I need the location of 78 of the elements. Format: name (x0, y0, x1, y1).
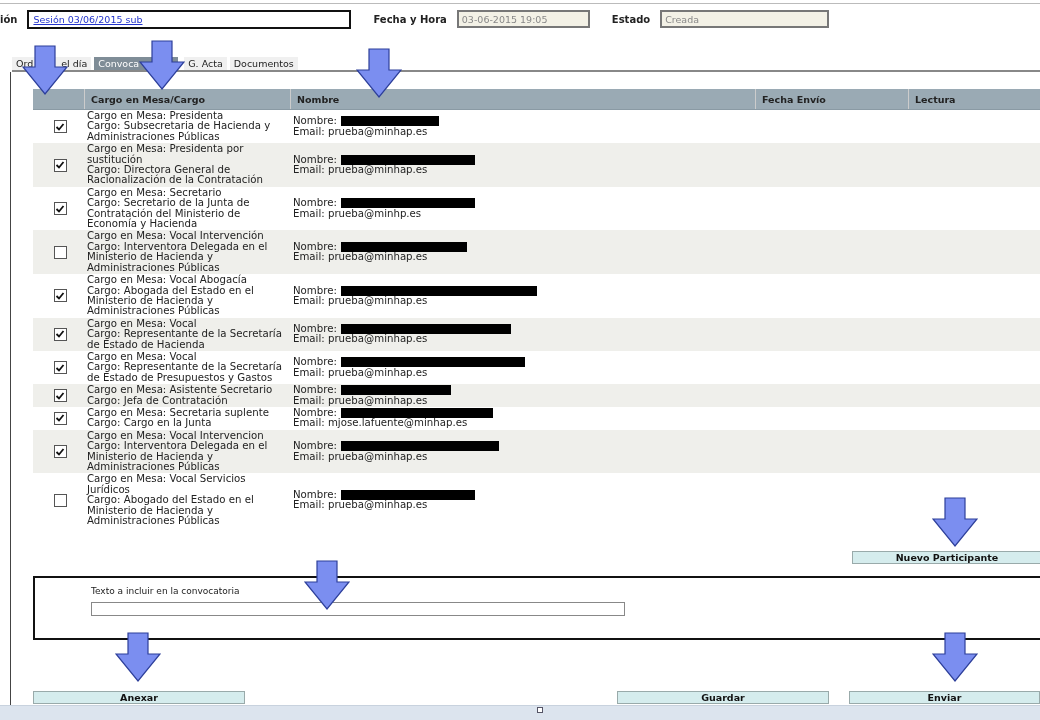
session-field[interactable]: Sesión 03/06/2015 sub (27, 9, 352, 29)
role-text: Cargo en Mesa: Secretario (87, 187, 222, 199)
name-label: Nombre: (293, 116, 337, 127)
email-text: Email: prueba@minhap.es (293, 367, 429, 378)
position-text: Cargo: Jefa de Contratación (87, 395, 229, 406)
field-label: Fecha y Hora (373, 13, 447, 25)
tab[interactable]: G. Acta (184, 57, 227, 70)
role-text: Cargo en Mesa: Vocal (87, 351, 197, 363)
name-label: Nombre: (293, 323, 337, 334)
session-link[interactable]: Sesión 03/06/2015 sub (33, 13, 143, 25)
down-arrow-icon (304, 560, 350, 610)
position-text: Cargo: Interventora Delegada en el Ministerio de Hacienda y Administraciones Públicas (87, 441, 269, 473)
email-text: Email: prueba@minhap.es (293, 500, 429, 511)
name-label: Nombre: (293, 407, 337, 418)
down-arrow-icon (932, 632, 978, 682)
new-participant-button[interactable]: Nuevo Participante (852, 551, 1040, 564)
name-label: Nombre: (293, 241, 337, 252)
field-label: Estado (611, 13, 651, 25)
position-text: Cargo: Representante de la Secretaría de Estado de Hacienda (87, 329, 283, 350)
role-text: Cargo en Mesa: Vocal Intervencion (87, 430, 264, 442)
name-label: Nombre: (293, 490, 337, 500)
name-label: Nombre: (293, 285, 337, 296)
role-text: Cargo en Mesa: Vocal (87, 318, 197, 330)
column-header: Lectura (909, 89, 1040, 109)
checkbox[interactable] (53, 327, 67, 341)
position-text: Cargo: Directora General de Racionalización de la Contratación (87, 165, 264, 186)
role-text: Cargo en Mesa: Vocal Intervención (87, 231, 264, 242)
checkbox[interactable] (53, 245, 67, 259)
position-text: Cargo: Abogado del Estado en el Ministerio de Hacienda y Administraciones Públicas (87, 495, 255, 527)
down-arrow-icon (115, 632, 161, 682)
action-button[interactable]: Anexar (33, 691, 245, 704)
text-input[interactable] (91, 602, 625, 616)
field-label: Texto a incluir en la convocatoria (91, 586, 241, 596)
position-text: Cargo: Secretario de la Junta de Contratación del Ministerio de Economía y Hacienda (87, 198, 251, 230)
email-text: Email: prueba@minhap.es (293, 451, 429, 462)
tab[interactable]: Documentos (229, 57, 298, 70)
column-header: Cargo en Mesa/Cargo (85, 89, 291, 109)
position-text: Cargo: Cargo en la Junta (87, 418, 213, 429)
position-text: Cargo: Subsecretaria de Hacienda y Administraciones Públicas (87, 121, 272, 143)
position-text: Cargo: Representante de la Secretaría de Estado de Presupuestos y Gastos (87, 362, 283, 384)
checkbox[interactable] (53, 289, 67, 303)
checkbox[interactable] (53, 158, 67, 172)
position-text: Cargo: Abogada del Estado en el Ministerio de Hacienda y Administraciones Públicas (87, 285, 255, 317)
position-text: Cargo: Interventora Delegada en el Ministerio de Hacienda y Administraciones Públicas (87, 241, 269, 274)
checkbox[interactable] (53, 445, 67, 459)
checkbox[interactable] (53, 411, 67, 425)
role-text: Cargo en Mesa: Vocal Abogacía (87, 275, 247, 286)
email-text: Email: prueba@minhp.es (293, 208, 423, 220)
role-text: Cargo en Mesa: Asistente Secretario (87, 385, 274, 396)
down-arrow-icon (932, 497, 978, 547)
checkbox[interactable] (53, 389, 67, 403)
down-arrow-icon (139, 40, 185, 90)
role-text: Cargo en Mesa: Presidenta por sustitución (87, 144, 245, 165)
name-label: Nombre: (293, 198, 337, 209)
role-text: Cargo en Mesa: Secretaria suplente (87, 407, 270, 419)
email-text: Email: prueba@minhap.es (293, 334, 429, 345)
name-label: Nombre: (293, 357, 337, 368)
name-label: Nombre: (293, 154, 337, 165)
checkbox[interactable] (53, 120, 67, 134)
action-button[interactable]: Enviar (848, 691, 1040, 704)
email-text: Email: prueba@minhap.es (293, 295, 429, 307)
checkbox[interactable] (53, 202, 67, 216)
role-text: Cargo en Mesa: Presidenta (87, 111, 224, 122)
email-text: Email: prueba@minhap.es (293, 395, 429, 406)
resize-grip-icon (537, 707, 543, 713)
email-text: Email: mjose.lafuente@minhap.es (293, 418, 469, 429)
column-header: Fecha Envío (756, 89, 909, 109)
field-label: ión (0, 13, 18, 25)
email-text: Email: prueba@minhap.es (293, 126, 429, 137)
role-text: Cargo en Mesa: Vocal Servicios Jurídicos (87, 474, 246, 496)
action-button[interactable]: Guardar (616, 691, 829, 704)
checkbox[interactable] (53, 493, 67, 507)
name-label: Nombre: (293, 441, 337, 452)
email-text: Email: prueba@minhap.es (293, 252, 429, 263)
down-arrow-icon (356, 48, 402, 98)
name-label: Nombre: (293, 385, 337, 396)
email-text: Email: prueba@minhap.es (293, 165, 429, 176)
checkbox[interactable] (53, 361, 67, 375)
